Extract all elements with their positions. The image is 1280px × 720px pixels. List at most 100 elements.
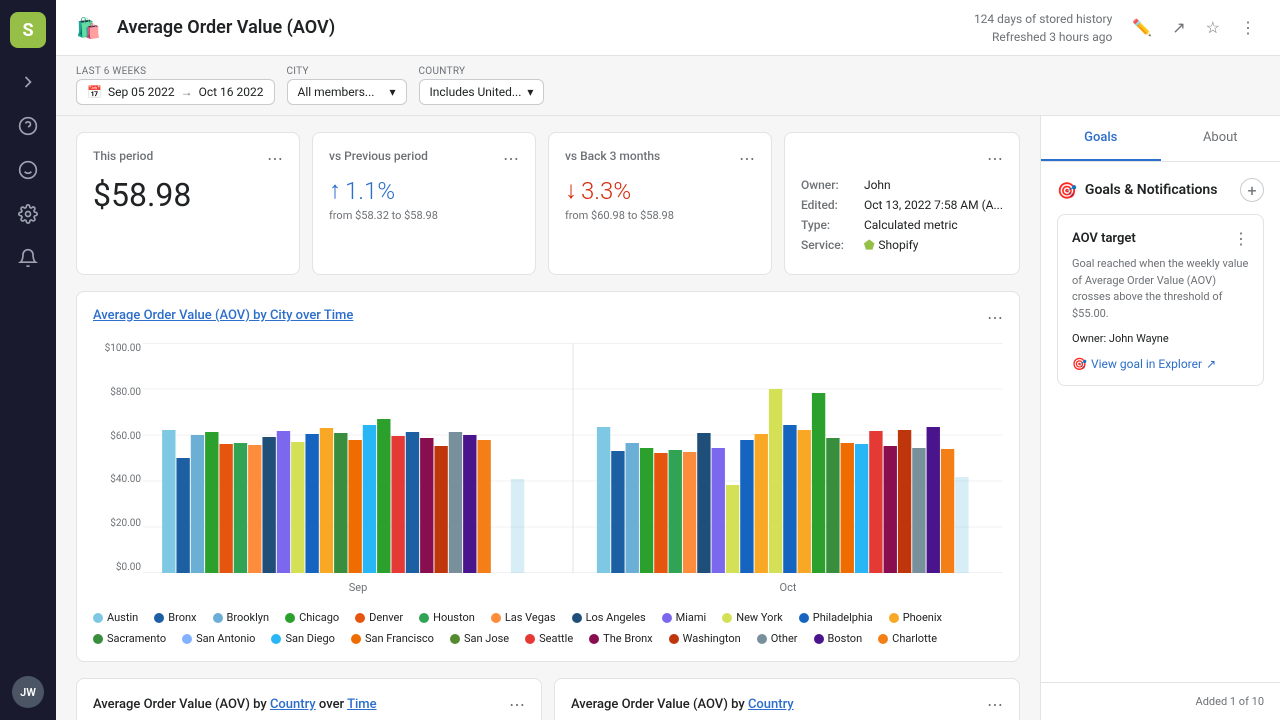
this-period-value: $58.98 (93, 176, 283, 214)
city-dim-link[interactable]: City (270, 308, 293, 323)
legend-dot (182, 634, 192, 644)
legend-dot (662, 613, 672, 623)
share-button[interactable]: ↗ (1168, 14, 1189, 42)
content-area: This period ⋯ $58.98 vs Previous period … (56, 116, 1280, 720)
country-table-more[interactable]: ⋯ (987, 695, 1003, 714)
legend-item: Denver (355, 611, 403, 624)
date-start: Sep 05 2022 (108, 85, 175, 99)
legend-item: Chicago (285, 611, 339, 624)
metric-row: This period ⋯ $58.98 vs Previous period … (76, 132, 1020, 275)
date-end: Oct 16 2022 (199, 85, 264, 99)
legend-item: Brooklyn (213, 611, 270, 624)
this-period-more[interactable]: ⋯ (267, 149, 283, 168)
legend-item: New York (722, 611, 783, 624)
panel-footer: Added 1 of 10 (1041, 682, 1280, 720)
legend-item: San Francisco (351, 632, 434, 645)
calendar-icon: 📅 (87, 85, 102, 99)
x-axis-labels: Sep Oct (143, 575, 1003, 603)
star-button[interactable]: ☆ (1202, 14, 1224, 42)
goal-more[interactable]: ⋮ (1233, 229, 1249, 248)
legend-item: San Antonio (182, 632, 255, 645)
date-filter-control[interactable]: 📅 Sep 05 2022 → Oct 16 2022 (76, 79, 275, 105)
nav-icon[interactable] (10, 64, 46, 100)
analytics-icon[interactable] (10, 152, 46, 188)
user-avatar[interactable]: JW (12, 676, 44, 708)
owner-val: John (864, 178, 891, 192)
vs-back-card: vs Back 3 months ⋯ ↓ 3.3% from $60.98 to… (548, 132, 772, 275)
legend-dot (491, 613, 501, 623)
edit-button[interactable]: ✏️ (1128, 14, 1156, 42)
legend-item: Seattle (525, 632, 573, 645)
legend-label: The Bronx (603, 632, 652, 645)
legend-item: San Jose (450, 632, 509, 645)
vs-previous-sub: from $58.32 to $58.98 (329, 209, 519, 222)
country-time-title: Average Order Value (AOV) by Country ove… (93, 695, 525, 714)
city-value: All members... (298, 85, 375, 99)
view-goal-link[interactable]: 🎯 View goal in Explorer ↗ (1072, 357, 1249, 371)
add-goal-button[interactable]: + (1240, 178, 1264, 202)
legend-label: San Jose (464, 632, 509, 645)
legend-label: Seattle (539, 632, 573, 645)
x-label-sep: Sep (143, 575, 573, 603)
legend-dot (878, 634, 888, 644)
notifications-icon[interactable] (10, 240, 46, 276)
right-panel: Goals About 🎯 Goals & Notifications + AO… (1040, 116, 1280, 720)
vs-previous-more[interactable]: ⋯ (503, 149, 519, 168)
panel-section-header: 🎯 Goals & Notifications + (1057, 178, 1264, 202)
info-card: ⋯ Owner: John Edited: Oct 13, 2022 7:58 … (784, 132, 1020, 275)
bottom-row: Average Order Value (AOV) by Country ove… (76, 678, 1020, 720)
goal-name: AOV target (1072, 231, 1136, 246)
legend-item: Miami (662, 611, 707, 624)
country-dim-link[interactable]: Country (270, 697, 316, 712)
legend-item: Los Angeles (572, 611, 646, 624)
legend-label: Charlotte (892, 632, 937, 645)
legend-label: Boston (828, 632, 863, 645)
country-dim-link2[interactable]: Country (748, 697, 794, 712)
info-edited-row: Edited: Oct 13, 2022 7:58 AM (A... (801, 198, 1003, 212)
goals-icon: 🎯 (1057, 181, 1077, 200)
legend-item: Washington (669, 632, 741, 645)
legend-label: Bronx (168, 611, 196, 624)
goal-card: AOV target ⋮ Goal reached when the weekl… (1057, 214, 1264, 386)
app-logo: S (10, 12, 46, 48)
legend-label: Chicago (299, 611, 339, 624)
vs-previous-label: vs Previous period (329, 149, 428, 163)
down-arrow-icon: ↓ (565, 176, 577, 205)
country-filter-group: Country Includes United... ▾ (419, 66, 545, 105)
legend-label: New York (736, 611, 783, 624)
tab-goals[interactable]: Goals (1041, 116, 1161, 161)
time-dim-link2[interactable]: Time (347, 697, 377, 712)
city-filter-control[interactable]: All members... ▾ (287, 79, 407, 105)
settings-icon[interactable] (10, 196, 46, 232)
legend-dot (589, 634, 599, 644)
x-label-oct: Oct (573, 575, 1003, 603)
history-text: 124 days of stored history (974, 10, 1112, 28)
vs-back-more[interactable]: ⋯ (739, 149, 755, 168)
legend-dot (525, 634, 535, 644)
country-value: Includes United... (430, 85, 522, 99)
this-period-card: This period ⋯ $58.98 (76, 132, 300, 275)
edited-key: Edited: (801, 198, 856, 212)
time-dim-link[interactable]: Time (324, 308, 354, 323)
legend-dot (154, 613, 164, 623)
panel-section-title: 🎯 Goals & Notifications (1057, 181, 1217, 200)
info-more[interactable]: ⋯ (987, 149, 1003, 168)
city-chart-more[interactable]: ⋯ (987, 308, 1003, 327)
legend-label: Las Vegas (505, 611, 556, 624)
date-filter-group: Last 6 weeks 📅 Sep 05 2022 → Oct 16 2022 (76, 66, 275, 105)
help-icon[interactable] (10, 108, 46, 144)
country-filter-control[interactable]: Includes United... ▾ (419, 79, 545, 105)
tab-about[interactable]: About (1161, 116, 1280, 161)
panel-tabs: Goals About (1041, 116, 1280, 162)
legend-item: Other (757, 632, 798, 645)
header-meta: 124 days of stored history Refreshed 3 h… (974, 10, 1112, 46)
legend-dot (889, 613, 899, 623)
legend-item: Phoenix (889, 611, 942, 624)
more-button[interactable]: ⋮ (1236, 14, 1260, 42)
date-filter-label: Last 6 weeks (76, 66, 275, 77)
type-key: Type: (801, 218, 856, 232)
date-arrow: → (181, 85, 193, 99)
city-bar-chart (143, 343, 1003, 573)
legend-item: The Bronx (589, 632, 652, 645)
country-time-more[interactable]: ⋯ (509, 695, 525, 714)
